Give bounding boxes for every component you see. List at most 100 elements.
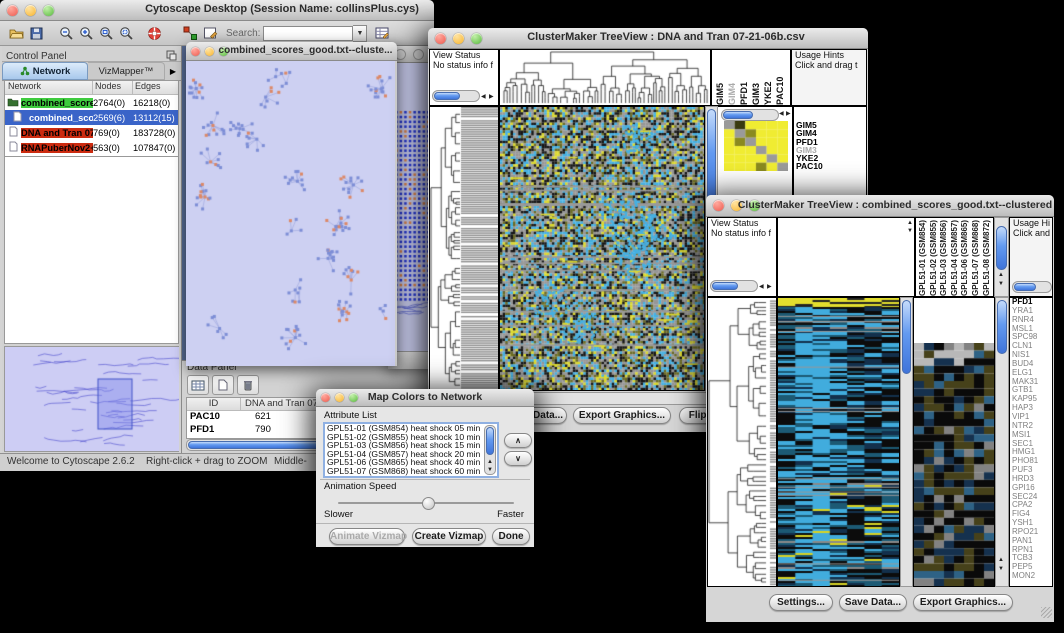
attribute-listbox[interactable]: GPL51-01 (GSM854) heat shock 05 minGPL51… <box>323 422 499 478</box>
network-window-title-bar[interactable]: combined_scores_good.txt--cluste... <box>186 42 397 61</box>
network-overview-panel[interactable] <box>4 346 179 452</box>
close-button[interactable] <box>713 200 724 211</box>
annotation-icon[interactable] <box>200 24 220 42</box>
help-lifesaver-icon[interactable] <box>144 24 164 42</box>
view-status-scrollbar[interactable] <box>432 90 480 102</box>
delete-attribute-icon[interactable] <box>237 375 259 395</box>
scroll-up-icon[interactable]: ▲ <box>998 272 1004 279</box>
scroll-down-icon[interactable]: ▼ <box>998 281 1004 288</box>
tab-network[interactable]: Network <box>2 62 88 80</box>
scroll-up-icon[interactable]: ▲ <box>907 220 913 227</box>
treeview1-column-label[interactable]: PFD1 <box>739 50 751 105</box>
zoom-button[interactable] <box>43 5 54 16</box>
zoom-button[interactable] <box>749 200 760 211</box>
zoom-out-icon[interactable] <box>56 24 76 42</box>
scroll-up-icon[interactable]: ▲ <box>998 557 1004 564</box>
treeview2-column-label[interactable]: GPL51-01 (GSM854) <box>918 218 929 296</box>
tab-vizmapper[interactable]: VizMapper™ <box>88 62 165 80</box>
column-header-nodes[interactable]: Nodes <box>93 81 133 94</box>
create-vizmap-button[interactable]: Create Vizmap <box>412 528 486 545</box>
animation-speed-slider[interactable] <box>338 502 514 504</box>
scroll-down-icon[interactable]: ▼ <box>907 228 913 235</box>
usage-hints-scrollbar[interactable] <box>1012 281 1052 293</box>
minimize-button[interactable] <box>205 47 214 56</box>
float-panel-icon[interactable] <box>166 48 177 66</box>
column-labels-scrollbar[interactable]: ▲ ▼ <box>994 217 1009 297</box>
main-title-bar[interactable]: Cytoscape Desktop (Session Name: collins… <box>0 0 434 21</box>
column-header-network[interactable]: Network <box>5 81 93 94</box>
search-input[interactable] <box>263 26 353 41</box>
treeview2-column-label[interactable]: GPL51-08 (GSM872) <box>982 218 993 296</box>
treeview1-heatmap[interactable] <box>499 106 705 391</box>
treeview1-column-label[interactable]: YKE2 <box>763 50 775 105</box>
treeview2-column-label[interactable]: GPL51-03 (GSM856) <box>939 218 950 296</box>
close-button[interactable] <box>435 33 446 44</box>
treeview1-column-label[interactable]: GIM4 <box>727 50 739 105</box>
save-data-button[interactable]: Save Data... <box>839 594 907 611</box>
zoom-fit-icon[interactable] <box>96 24 116 42</box>
slider-thumb[interactable] <box>422 497 435 510</box>
treeview1-submatrix-heatmap[interactable] <box>724 121 788 171</box>
treeview2-row-dendrogram[interactable] <box>707 297 777 587</box>
move-down-button[interactable]: ∨ <box>504 451 532 466</box>
treeview1-row-dendrogram[interactable] <box>429 106 499 391</box>
treeview2-vertical-scrollbar[interactable] <box>900 297 913 587</box>
scroll-left-icon[interactable]: ◀ <box>779 111 784 118</box>
treeview1-column-label[interactable]: PAC10 <box>775 50 787 105</box>
minimize-button[interactable] <box>335 393 344 402</box>
treeview2-column-label[interactable]: GPL51-02 (GSM855) <box>929 218 940 296</box>
new-attribute-icon[interactable] <box>212 375 234 395</box>
resize-grip[interactable] <box>1041 607 1052 618</box>
export-graphics-button[interactable]: Export Graphics... <box>573 407 671 424</box>
submatrix-scrollbar[interactable] <box>721 109 779 121</box>
network-row[interactable]: DNA and Tran 07 769(0) 183728(0) <box>5 125 178 140</box>
view-status-scrollbar[interactable] <box>710 280 758 292</box>
zoom-in-icon[interactable] <box>76 24 96 42</box>
treeview2-submatrix-panel[interactable] <box>913 297 995 587</box>
treeview2-column-dendrogram[interactable]: ▲ ▼ <box>777 217 915 297</box>
scroll-down-icon[interactable]: ▼ <box>487 467 493 474</box>
vizmap-icon[interactable] <box>180 24 200 42</box>
network-row[interactable]: RNAPuberNov2+l 563(0) 107847(0) <box>5 140 178 155</box>
gene-list-scrollbar[interactable]: ▲ ▼ <box>995 297 1009 587</box>
data-col-id[interactable]: ID <box>187 398 241 410</box>
column-header-edges[interactable]: Edges <box>133 81 178 94</box>
save-session-icon[interactable] <box>26 24 46 42</box>
scroll-left-icon[interactable]: ◀ <box>759 284 764 291</box>
zoom-button[interactable] <box>349 393 358 402</box>
network-canvas[interactable] <box>186 61 395 366</box>
move-up-button[interactable]: ∧ <box>504 433 532 448</box>
minimize-button[interactable] <box>731 200 742 211</box>
treeview1-column-label[interactable]: GIM3 <box>751 50 763 105</box>
treeview1-title-bar[interactable]: ClusterMaker TreeView : DNA and Tran 07-… <box>428 28 868 49</box>
export-graphics-button[interactable]: Export Graphics... <box>913 594 1013 611</box>
attribute-table-icon[interactable] <box>187 375 209 395</box>
minimize-button[interactable] <box>413 49 424 60</box>
treeview2-column-label[interactable]: GPL51-04 (GSM857) <box>950 218 961 296</box>
zoom-selected-icon[interactable] <box>116 24 136 42</box>
treeview1-column-dendrogram[interactable] <box>499 49 711 106</box>
close-button[interactable] <box>7 5 18 16</box>
listbox-scrollbar[interactable]: ▲ ▼ <box>484 425 496 475</box>
treeview1-row-label[interactable]: PAC10 <box>794 162 866 170</box>
scroll-right-icon[interactable]: ▶ <box>767 284 772 291</box>
close-button[interactable] <box>191 47 200 56</box>
network-row-selected[interactable]: combined_sco 2569(6) 13112(15) <box>5 110 178 125</box>
open-session-icon[interactable] <box>6 24 26 42</box>
treeview2-column-label[interactable]: GPL51-07 (GSM868) <box>971 218 982 296</box>
attribute-browser-icon[interactable] <box>372 24 392 42</box>
done-button[interactable]: Done <box>492 528 530 545</box>
zoom-button[interactable] <box>219 47 228 56</box>
scroll-right-icon[interactable]: ▶ <box>489 94 494 101</box>
close-button[interactable] <box>321 393 330 402</box>
scroll-down-icon[interactable]: ▼ <box>998 566 1004 573</box>
network-row[interactable]: combined_scores 2764(0) 16218(0) <box>5 95 178 110</box>
network-overview-canvas[interactable] <box>5 347 179 451</box>
scroll-up-icon[interactable]: ▲ <box>487 459 493 466</box>
zoom-button[interactable] <box>471 33 482 44</box>
scroll-right-icon[interactable]: ▶ <box>786 111 791 118</box>
minimize-button[interactable] <box>453 33 464 44</box>
minimize-button[interactable] <box>25 5 36 16</box>
treeview2-heatmap[interactable] <box>777 297 900 587</box>
search-dropdown-button[interactable]: ▼ <box>353 25 367 42</box>
